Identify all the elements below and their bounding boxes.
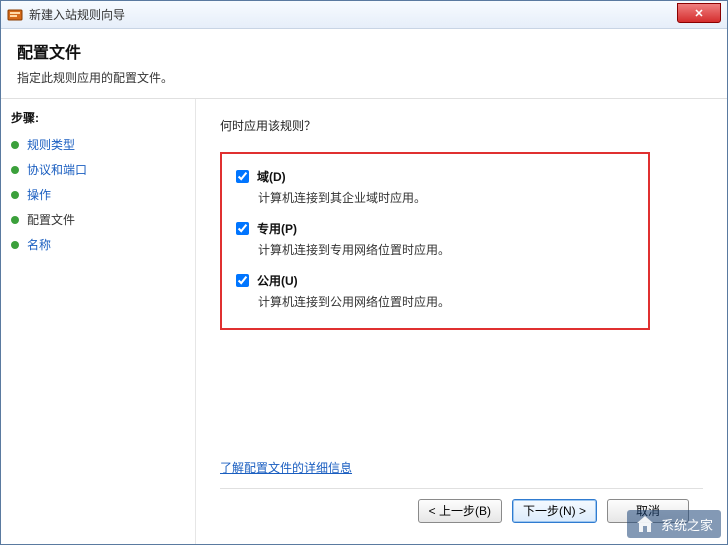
option-domain: 域(D) 计算机连接到其企业域时应用。 — [236, 168, 634, 206]
step-profile[interactable]: 配置文件 — [11, 211, 185, 228]
more-info-link[interactable]: 了解配置文件的详细信息 — [220, 459, 703, 476]
option-domain-label: 域(D) — [257, 168, 286, 185]
step-label: 配置文件 — [27, 211, 75, 228]
option-private-row[interactable]: 专用(P) — [236, 220, 634, 237]
page-title: 配置文件 — [17, 39, 711, 63]
wizard-window: 新建入站规则向导 ✕ 配置文件 指定此规则应用的配置文件。 步骤: 规则类型 协… — [0, 0, 728, 545]
option-private: 专用(P) 计算机连接到专用网络位置时应用。 — [236, 220, 634, 258]
option-domain-desc: 计算机连接到其企业域时应用。 — [258, 189, 634, 206]
option-private-label: 专用(P) — [257, 220, 297, 237]
step-label: 名称 — [27, 236, 51, 253]
bullet-icon — [11, 141, 19, 149]
bullet-icon — [11, 216, 19, 224]
option-public-desc: 计算机连接到公用网络位置时应用。 — [258, 293, 634, 310]
step-label: 规则类型 — [27, 136, 75, 153]
step-protocol-port[interactable]: 协议和端口 — [11, 161, 185, 178]
prompt-text: 何时应用该规则？ — [220, 117, 703, 134]
step-label: 操作 — [27, 186, 51, 203]
cancel-button[interactable]: 取消 — [607, 499, 689, 523]
back-button[interactable]: < 上一步(B) — [418, 499, 502, 523]
steps-heading: 步骤: — [11, 109, 185, 126]
next-button[interactable]: 下一步(N) > — [512, 499, 597, 523]
option-private-desc: 计算机连接到专用网络位置时应用。 — [258, 241, 634, 258]
main-panel: 何时应用该规则？ 域(D) 计算机连接到其企业域时应用。 专用(P) 计算机连接… — [196, 99, 727, 544]
wizard-header: 配置文件 指定此规则应用的配置文件。 — [1, 29, 727, 99]
step-rule-type[interactable]: 规则类型 — [11, 136, 185, 153]
option-domain-row[interactable]: 域(D) — [236, 168, 634, 185]
footer-buttons: < 上一步(B) 下一步(N) > 取消 — [220, 488, 703, 532]
option-public-label: 公用(U) — [257, 272, 298, 289]
bullet-icon — [11, 241, 19, 249]
close-button[interactable]: ✕ — [677, 3, 721, 23]
highlight-box: 域(D) 计算机连接到其企业域时应用。 专用(P) 计算机连接到专用网络位置时应… — [220, 152, 650, 330]
titlebar: 新建入站规则向导 ✕ — [1, 1, 727, 29]
window-title: 新建入站规则向导 — [29, 6, 721, 23]
page-subtitle: 指定此规则应用的配置文件。 — [17, 69, 711, 86]
app-icon — [7, 7, 23, 23]
step-name[interactable]: 名称 — [11, 236, 185, 253]
steps-sidebar: 步骤: 规则类型 协议和端口 操作 配置文件 名称 — [1, 99, 196, 544]
wizard-body: 步骤: 规则类型 协议和端口 操作 配置文件 名称 何时 — [1, 99, 727, 544]
option-public-row[interactable]: 公用(U) — [236, 272, 634, 289]
checkbox-domain[interactable] — [236, 170, 249, 183]
step-label: 协议和端口 — [27, 161, 87, 178]
bullet-icon — [11, 166, 19, 174]
bullet-icon — [11, 191, 19, 199]
step-action[interactable]: 操作 — [11, 186, 185, 203]
option-public: 公用(U) 计算机连接到公用网络位置时应用。 — [236, 272, 634, 310]
checkbox-private[interactable] — [236, 222, 249, 235]
close-icon: ✕ — [694, 7, 703, 20]
checkbox-public[interactable] — [236, 274, 249, 287]
